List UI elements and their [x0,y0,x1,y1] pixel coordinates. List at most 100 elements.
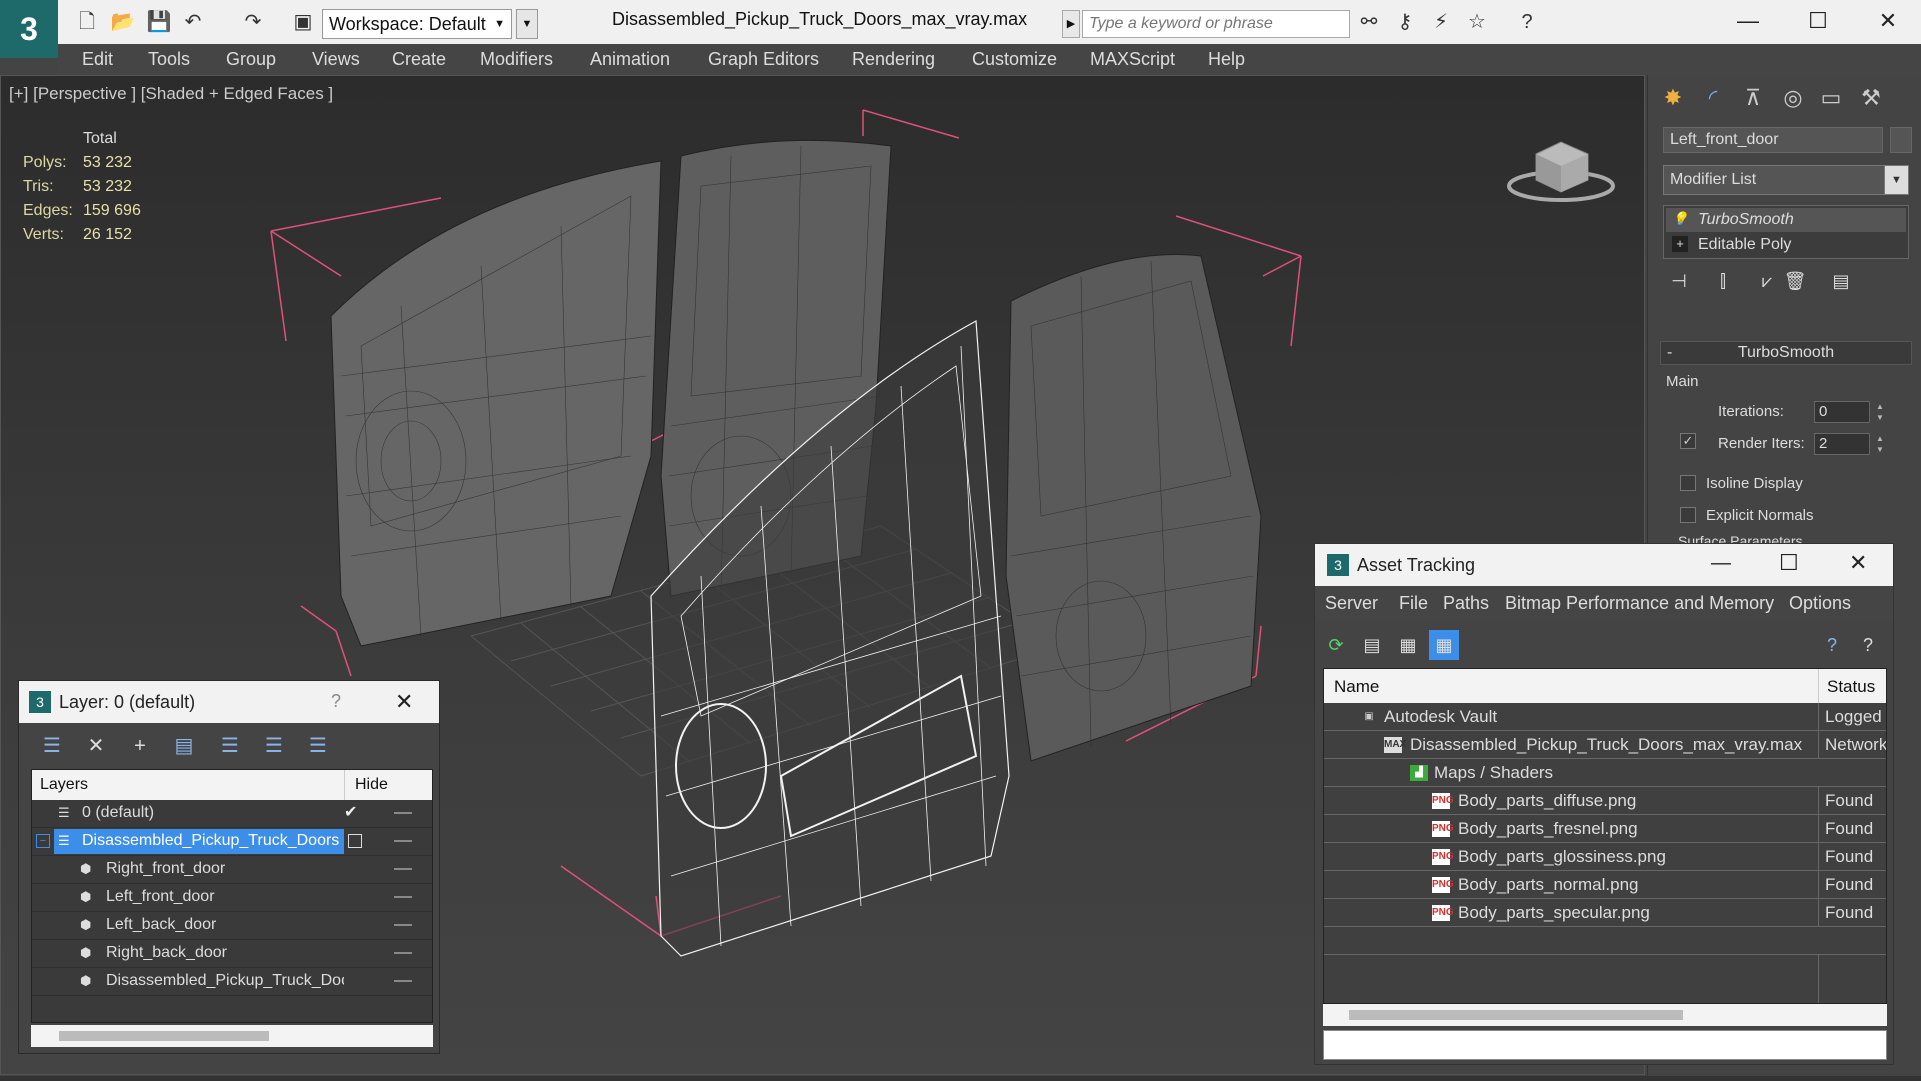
viewcube[interactable] [1506,124,1616,204]
key-icon[interactable]: ⚷ [1392,10,1418,34]
object-color-swatch[interactable] [1890,127,1912,153]
minimize-button[interactable]: — [1728,6,1768,36]
workspace-dropdown[interactable]: Workspace: Default ▼ [322,9,512,39]
remove-modifier-icon[interactable]: 🗑 [1780,271,1810,299]
col-name-header[interactable]: Name [1334,677,1379,697]
context-help-icon[interactable]: ? [1853,630,1883,660]
binoculars-icon[interactable]: ⚯ [1356,10,1382,34]
plus-box-icon[interactable]: + [1672,236,1688,252]
motion-tab-icon[interactable]: ◎ [1776,83,1810,113]
star-icon[interactable]: ☆ [1464,10,1490,34]
freeze-all-icon[interactable]: ☰ [303,731,333,761]
asset-tracking-titlebar[interactable]: 3 Asset Tracking — ☐ ✕ [1315,544,1893,586]
turbosmooth-rollout-header[interactable]: - TurboSmooth [1660,341,1912,365]
col-status-header[interactable]: Status [1818,669,1875,703]
menu-maxscript[interactable]: MAXScript [1090,49,1175,70]
menu-rendering[interactable]: Rendering [852,49,935,70]
app-logo-icon[interactable]: 3 [0,0,58,58]
modifier-list-dropdown[interactable]: Modifier List ▼ [1663,165,1909,195]
layer-row-object[interactable]: ⬢ Right_back_door [32,940,432,968]
redo-icon[interactable]: ↷ [240,10,266,34]
hide-toggle[interactable] [394,812,412,814]
highlight-layer-icon[interactable]: ☰ [215,731,245,761]
collapse-icon[interactable]: − [36,834,50,848]
layer-row-doors[interactable]: − ☰ Disassembled_Pickup_Truck_Doors [32,828,432,856]
help-button[interactable]: ? [331,691,341,712]
scrollbar-thumb[interactable] [1349,1010,1683,1020]
search-input[interactable] [1082,10,1350,38]
table-row[interactable]: PNG Body_parts_fresnel.png Found [1324,815,1886,843]
layer-row-object[interactable]: ⬢ Left_back_door [32,912,432,940]
select-objects-icon[interactable]: ▤ [169,731,199,761]
hide-toggle[interactable] [394,840,412,842]
maximize-button[interactable]: ☐ [1798,6,1838,36]
save-icon[interactable]: 💾 [146,10,172,34]
scrollbar-thumb[interactable] [59,1031,269,1041]
layer-row-default[interactable]: ☰ 0 (default) ✔ [32,800,432,828]
configure-sets-icon[interactable]: ▤ [1826,271,1856,299]
iterations-spinner-arrows[interactable]: ▲ ▼ [1874,401,1886,423]
menu-views[interactable]: Views [312,49,360,70]
new-file-icon[interactable]: 🗋 [74,10,100,34]
menu-animation[interactable]: Animation [590,49,670,70]
stack-item-editable-poly[interactable]: + Editable Poly [1666,233,1906,257]
workspace-menu-button[interactable]: ▼ [516,9,538,39]
layer-horizontal-scrollbar[interactable] [31,1025,433,1047]
list-view-icon[interactable]: ▤ [1357,630,1387,660]
close-button[interactable]: ✕ [395,689,413,715]
menu-customize[interactable]: Customize [972,49,1057,70]
col-layers-header[interactable]: Layers [40,776,88,794]
asset-horizontal-scrollbar[interactable] [1323,1004,1887,1026]
table-view-icon[interactable]: ▦ [1429,630,1459,660]
asset-menu-options[interactable]: Options [1789,593,1851,614]
hierarchy-tab-icon[interactable]: ⊼ [1736,83,1770,113]
show-end-result-icon[interactable]: ⫿ [1708,271,1738,299]
new-layer-icon[interactable]: ☰ [37,731,67,761]
asset-menu-server[interactable]: Server [1325,593,1378,614]
create-tab-icon[interactable]: ✸ [1656,83,1690,113]
asset-path-field[interactable] [1323,1030,1887,1060]
iterations-spinner[interactable]: 0 [1814,401,1870,423]
modify-tab-icon[interactable]: ◜ [1696,83,1730,113]
make-unique-icon[interactable]: ⩗ [1752,271,1782,299]
maximize-button[interactable]: ☐ [1779,550,1799,576]
menu-create[interactable]: Create [392,49,446,70]
lightbulb-icon[interactable]: 💡 [1672,211,1688,227]
tree-view-icon[interactable]: ▦ [1393,630,1423,660]
hide-toggle[interactable] [394,980,412,982]
help-icon[interactable]: ? [1817,630,1847,660]
utilities-tab-icon[interactable]: ⚒ [1854,83,1888,113]
asset-menu-bitmap-performance[interactable]: Bitmap Performance and Memory [1505,593,1774,614]
render-iters-spinner-arrows[interactable]: ▲ ▼ [1874,433,1886,455]
hide-all-icon[interactable]: ☰ [259,731,289,761]
stack-item-turbosmooth[interactable]: 💡 TurboSmooth [1666,208,1906,232]
layer-row-object[interactable]: ⬢ Left_front_door [32,884,432,912]
table-row[interactable]: PNG Body_parts_glossiness.png Found [1324,843,1886,871]
subscription-icon[interactable]: ⚡ [1428,10,1454,34]
table-row[interactable]: ▣ Autodesk Vault Logged O [1324,703,1886,731]
asset-menu-file[interactable]: File [1399,593,1428,614]
table-row[interactable]: PNG Body_parts_specular.png Found [1324,899,1886,927]
undo-icon[interactable]: ↶ [180,10,206,34]
asset-menu-paths[interactable]: Paths [1443,593,1489,614]
hide-toggle[interactable] [394,952,412,954]
close-button[interactable]: ✕ [1849,550,1867,576]
hide-toggle[interactable] [394,868,412,870]
menu-tools[interactable]: Tools [148,49,190,70]
display-tab-icon[interactable]: ▭ [1814,83,1848,113]
help-icon[interactable]: ? [1514,10,1540,34]
search-expand-button[interactable]: ▶ [1062,10,1080,38]
object-name-field[interactable]: Left_front_door [1663,127,1883,153]
table-row[interactable]: ▟ Maps / Shaders [1324,759,1886,787]
table-row[interactable]: PNG Body_parts_diffuse.png Found [1324,787,1886,815]
delete-layer-icon[interactable]: ✕ [81,731,111,761]
layer-row-object[interactable]: ⬢ Right_front_door [32,856,432,884]
col-hide-header[interactable]: Hide [344,770,388,800]
menu-group[interactable]: Group [226,49,276,70]
isoline-display-checkbox[interactable] [1680,475,1696,491]
render-iters-spinner[interactable]: 2 [1814,433,1870,455]
hide-toggle[interactable] [394,924,412,926]
pin-stack-icon[interactable]: ⊣ [1664,271,1694,299]
close-button[interactable]: ✕ [1868,6,1908,36]
current-layer-check-icon[interactable]: ✔ [344,800,357,826]
